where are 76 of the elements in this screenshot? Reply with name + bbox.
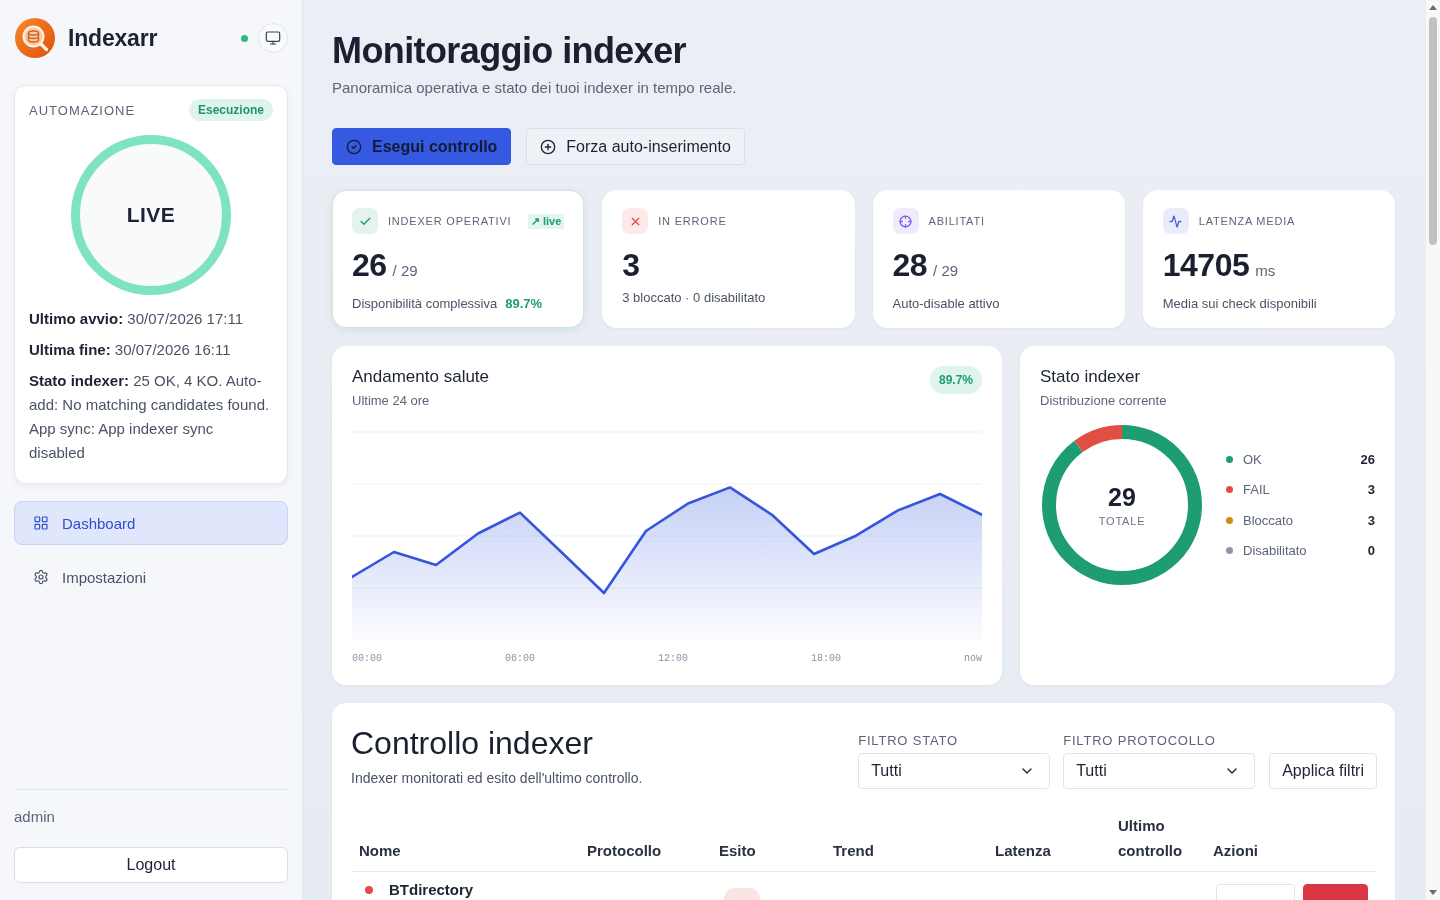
legend-count: 26 bbox=[1360, 451, 1375, 467]
filter-label: FILTRO STATO bbox=[858, 733, 959, 749]
column-header: Esito bbox=[711, 813, 825, 872]
stat-value: 26 bbox=[352, 246, 387, 284]
apply-filters-button[interactable]: Applica filtri bbox=[1269, 753, 1377, 789]
page-subtitle: Panoramica operativa e stato dei tuoi indexer in tempo reale. bbox=[332, 79, 738, 97]
total-count: 29 bbox=[1108, 483, 1136, 511]
legend-label: Bloccato bbox=[1243, 512, 1293, 528]
magnifier-logo-icon bbox=[15, 18, 55, 58]
filter-select[interactable]: Tutti bbox=[858, 753, 1051, 789]
legend-count: 3 bbox=[1367, 512, 1375, 528]
stat-note: 3 bloccato · 0 disabilitato bbox=[622, 290, 766, 306]
card-title: Andamento salute bbox=[352, 366, 490, 388]
column-header: Trend bbox=[825, 813, 987, 872]
availability-value: 89.7% bbox=[505, 296, 543, 312]
indexer-name: BTdirectory bbox=[389, 881, 474, 898]
filter-select[interactable]: Tutti bbox=[1063, 753, 1256, 789]
axis-label: 18:00 bbox=[810, 653, 841, 665]
check-circle-icon bbox=[346, 138, 362, 155]
scroll-down-icon[interactable] bbox=[1429, 890, 1437, 895]
automation-detail: Ultima fine: 30/07/2026 16:11 bbox=[29, 340, 232, 360]
status-badge: Esecuzione bbox=[188, 99, 273, 121]
logout-button[interactable]: Logout bbox=[14, 847, 288, 883]
scroll-up-icon[interactable] bbox=[1429, 5, 1437, 10]
stat-label: LATENZA MEDIA bbox=[1198, 215, 1296, 227]
axis-label: 00:00 bbox=[352, 653, 382, 665]
column-header: Nome bbox=[351, 813, 579, 872]
column-header: Latenza bbox=[987, 813, 1110, 872]
stat-unit: ms bbox=[1255, 261, 1276, 281]
grid-icon bbox=[33, 515, 49, 531]
automation-detail: Stato indexer: 25 OK, 4 KO. Auto-add: No matching candidates found. App sync: App indexer sync disabled bbox=[29, 371, 271, 463]
stat-value: 3 bbox=[622, 246, 640, 284]
health-percent-badge: 89.7% bbox=[929, 366, 982, 394]
legend-label: OK bbox=[1243, 451, 1262, 467]
stat-label: IN ERRORE bbox=[658, 215, 727, 227]
nav-item[interactable]: Dashboard bbox=[14, 501, 288, 545]
stat-note: Disponibilità complessiva bbox=[352, 296, 498, 312]
stat-unit: / 29 bbox=[392, 261, 418, 281]
stat-note: Auto-disable attivo bbox=[892, 296, 1000, 312]
legend-label: FAIL bbox=[1243, 482, 1270, 498]
section-label: AUTOMAZIONE bbox=[29, 102, 136, 118]
legend-count: 3 bbox=[1367, 482, 1375, 498]
ring-label: LIVE bbox=[126, 203, 176, 227]
monitor-button[interactable] bbox=[258, 23, 288, 53]
stat-note: Media sui check disponibili bbox=[1162, 296, 1317, 312]
user-name: admin bbox=[14, 808, 56, 826]
card-subtitle: Ultime 24 ore bbox=[352, 392, 431, 409]
section-title: Controllo indexer bbox=[351, 724, 594, 762]
section-subtitle: Indexer monitorati ed esito dell'ultimo controllo. bbox=[351, 770, 643, 787]
card-title: Stato indexer bbox=[1040, 366, 1142, 388]
axis-label: 12:00 bbox=[657, 653, 688, 665]
stat-value: 28 bbox=[892, 246, 928, 284]
nav-item[interactable]: Impostazioni bbox=[14, 555, 288, 599]
axis-label: now bbox=[963, 653, 982, 665]
settings-icon bbox=[33, 569, 49, 585]
stat-label: INDEXER OPERATIVI bbox=[388, 215, 512, 227]
filter-label: FILTRO PROTOCOLLO bbox=[1063, 733, 1217, 749]
column-header: Azioni bbox=[1205, 813, 1376, 872]
stat-unit: / 29 bbox=[933, 261, 959, 281]
page-title: Monitoraggio indexer bbox=[332, 30, 687, 72]
total-label: TOTALE bbox=[1098, 515, 1146, 527]
live-badge: ↗ live bbox=[527, 213, 565, 229]
monitor-icon bbox=[265, 30, 281, 46]
legend-label: Disabilitato bbox=[1243, 543, 1307, 559]
stat-label: ABILITATI bbox=[928, 215, 985, 227]
app-name: Indexarr bbox=[68, 24, 158, 52]
stat-value: 14705 bbox=[1162, 246, 1250, 284]
scrollbar-thumb[interactable] bbox=[1429, 17, 1437, 245]
automation-detail: Ultimo avvio: 30/07/2026 17:11 bbox=[29, 309, 245, 329]
legend-count: 0 bbox=[1367, 543, 1375, 559]
axis-label: 06:00 bbox=[505, 653, 535, 665]
plus-circle-icon bbox=[540, 138, 557, 155]
column-header: Protocollo bbox=[579, 813, 711, 872]
column-header: Ultimo controllo bbox=[1110, 813, 1205, 872]
card-subtitle: Distribuzione corrente bbox=[1040, 392, 1168, 409]
action-button[interactable]: Forza auto-inserimento bbox=[526, 128, 745, 165]
